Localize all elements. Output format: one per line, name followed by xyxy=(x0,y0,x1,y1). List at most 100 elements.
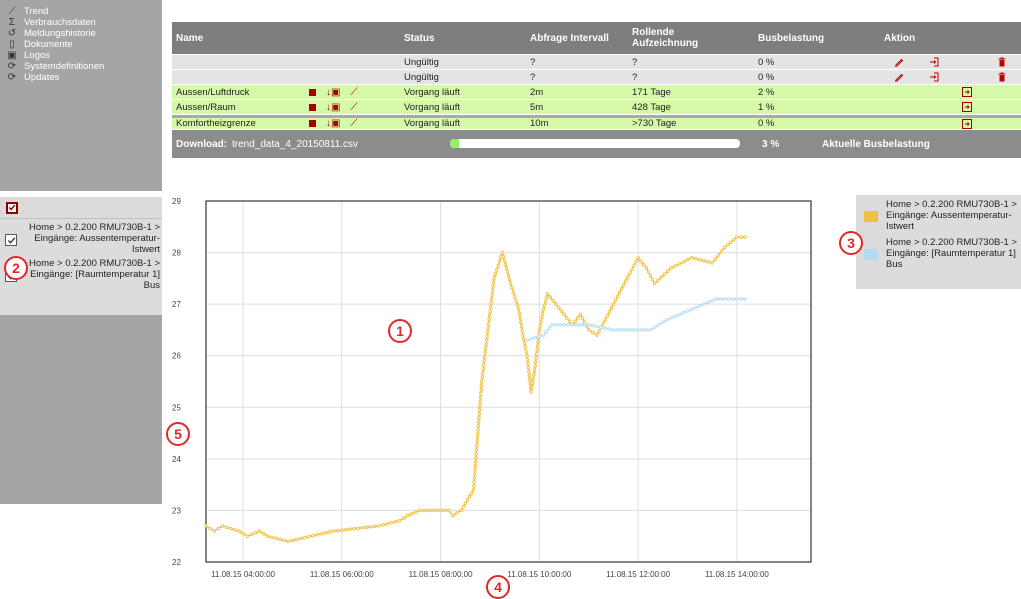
series-point-1[interactable] xyxy=(327,530,332,534)
series-point-1[interactable] xyxy=(488,309,492,314)
edit-icon[interactable] xyxy=(894,55,904,69)
series-point-2[interactable] xyxy=(525,338,529,342)
stop-icon[interactable] xyxy=(309,120,316,127)
series-point-1[interactable] xyxy=(527,370,531,374)
series-point-1[interactable] xyxy=(559,309,564,313)
series-point-1[interactable] xyxy=(360,526,365,530)
series-point-1[interactable] xyxy=(212,529,216,533)
series-point-1[interactable] xyxy=(510,286,514,290)
series-point-1[interactable] xyxy=(634,259,638,264)
series-point-1[interactable] xyxy=(613,298,618,303)
series-point-1[interactable] xyxy=(476,419,481,424)
series-point-2[interactable] xyxy=(582,323,587,327)
series-point-1[interactable] xyxy=(517,307,521,312)
series-point-1[interactable] xyxy=(659,275,663,280)
series-point-1[interactable] xyxy=(282,538,286,543)
series-point-2[interactable] xyxy=(702,302,706,306)
series-point-1[interactable] xyxy=(534,356,538,360)
series-point-2[interactable] xyxy=(726,297,731,301)
series-point-1[interactable] xyxy=(286,539,291,544)
series-point-1[interactable] xyxy=(506,274,511,278)
series-point-1[interactable] xyxy=(451,513,455,518)
series-point-1[interactable] xyxy=(735,235,739,239)
series-point-2[interactable] xyxy=(611,328,616,332)
series-point-2[interactable] xyxy=(558,323,562,327)
series-point-1[interactable] xyxy=(573,319,577,324)
series-point-1[interactable] xyxy=(526,361,530,366)
nav-item-trend[interactable]: ⟋ Trend xyxy=(0,6,162,17)
series-toggle-1[interactable]: Home > 0.2.200 RMU730B-1 > Eingänge: Aus… xyxy=(0,219,162,255)
series-point-1[interactable] xyxy=(519,320,523,324)
series-point-1[interactable] xyxy=(278,537,282,542)
series-point-1[interactable] xyxy=(743,235,747,239)
series-point-1[interactable] xyxy=(490,288,495,293)
series-point-2[interactable] xyxy=(665,317,669,322)
series-point-1[interactable] xyxy=(644,266,649,270)
series-point-1[interactable] xyxy=(487,313,492,318)
chart-svg[interactable]: 22 23 24 25 26 27 28 29 11.08.15 04:00:00 11.08.1… xyxy=(162,191,842,599)
series-point-1[interactable] xyxy=(591,330,595,335)
series-line-1[interactable] xyxy=(205,236,746,543)
series-point-1[interactable] xyxy=(228,526,233,531)
series-point-2[interactable] xyxy=(591,323,595,328)
series-point-1[interactable] xyxy=(298,536,303,541)
series-point-1[interactable] xyxy=(605,313,610,318)
series-point-1[interactable] xyxy=(472,484,476,488)
series-point-1[interactable] xyxy=(540,311,545,316)
series-point-1[interactable] xyxy=(531,377,535,381)
series-point-1[interactable] xyxy=(471,488,476,492)
series-point-1[interactable] xyxy=(551,298,555,303)
series-point-1[interactable] xyxy=(539,319,543,324)
login-icon[interactable] xyxy=(929,70,939,84)
series-point-1[interactable] xyxy=(545,292,550,296)
series-point-1[interactable] xyxy=(482,354,487,359)
stop-icon[interactable] xyxy=(309,103,316,111)
series-point-1[interactable] xyxy=(652,281,657,286)
series-point-1[interactable] xyxy=(489,301,493,305)
series-point-1[interactable] xyxy=(501,254,506,259)
series-point-1[interactable] xyxy=(489,297,494,301)
series-point-2[interactable] xyxy=(743,297,747,301)
series-point-1[interactable] xyxy=(639,259,643,263)
series-point-2[interactable] xyxy=(541,333,546,337)
series-point-1[interactable] xyxy=(241,531,245,536)
export-icon[interactable] xyxy=(962,100,972,114)
series-point-1[interactable] xyxy=(340,528,344,532)
download-file-link[interactable]: trend_data_4_20150811.csv xyxy=(232,130,358,158)
series-point-1[interactable] xyxy=(595,333,599,337)
series-point-1[interactable] xyxy=(478,399,482,404)
series-point-1[interactable] xyxy=(233,528,237,532)
series-point-1[interactable] xyxy=(530,385,534,390)
series-point-1[interactable] xyxy=(485,330,490,334)
series-point-1[interactable] xyxy=(650,277,655,282)
series-point-2[interactable] xyxy=(554,323,558,327)
series-point-1[interactable] xyxy=(507,277,512,282)
series-point-1[interactable] xyxy=(472,476,477,480)
series-point-1[interactable] xyxy=(662,272,667,276)
series-point-1[interactable] xyxy=(706,260,710,264)
series-point-1[interactable] xyxy=(648,274,653,278)
series-point-1[interactable] xyxy=(537,328,542,332)
series-point-1[interactable] xyxy=(567,319,572,324)
series-point-1[interactable] xyxy=(521,337,526,341)
series-point-2[interactable] xyxy=(648,328,653,332)
series-point-1[interactable] xyxy=(515,303,520,307)
series-point-1[interactable] xyxy=(253,531,258,535)
series-point-2[interactable] xyxy=(698,304,702,308)
series-point-1[interactable] xyxy=(719,249,724,254)
series-point-1[interactable] xyxy=(294,537,299,542)
series-point-1[interactable] xyxy=(532,372,536,377)
series-point-1[interactable] xyxy=(656,278,660,283)
series-point-1[interactable] xyxy=(208,526,212,531)
series-point-2[interactable] xyxy=(735,297,739,301)
series-point-1[interactable] xyxy=(522,341,527,346)
series-point-2[interactable] xyxy=(549,323,554,327)
series-point-1[interactable] xyxy=(529,390,533,394)
series-point-1[interactable] xyxy=(511,290,516,294)
series-point-2[interactable] xyxy=(718,297,723,301)
series-point-1[interactable] xyxy=(472,472,477,476)
table-row[interactable]: Komfortheizgrenze Vorgang läuft 10m >730 Ta… xyxy=(172,115,1021,129)
nav-item-dokumente[interactable]: ▯ Dokumente xyxy=(0,39,162,50)
series-point-1[interactable] xyxy=(689,255,694,260)
series-point-2[interactable] xyxy=(566,323,570,327)
